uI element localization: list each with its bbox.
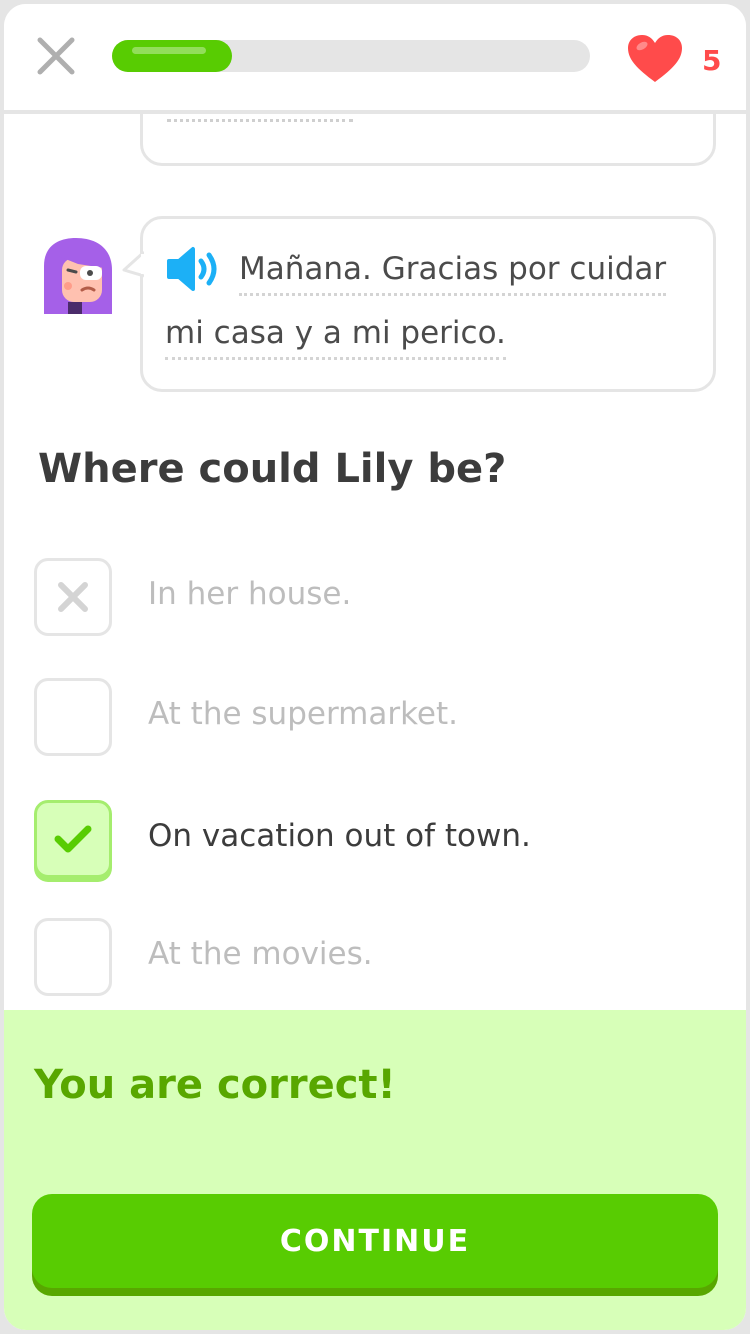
dialogue-line-2[interactable]: mi casa y a mi perico. [165,313,506,360]
speaker-icon[interactable] [165,245,223,293]
continue-button[interactable]: CONTINUE [32,1194,718,1288]
lily-avatar [44,238,112,314]
lesson-header: 5 [4,4,746,114]
heart-icon [628,35,682,82]
option-at-the-supermarket[interactable]: At the supermarket. [34,678,714,762]
option-checkbox[interactable] [34,558,112,636]
checkmark-icon [54,825,92,853]
close-button[interactable] [34,34,78,78]
option-on-vacation[interactable]: On vacation out of town. [34,800,714,884]
feedback-panel: You are correct! CONTINUE [4,1010,746,1330]
option-checkbox[interactable] [34,678,112,756]
option-label: On vacation out of town. [148,818,531,854]
question-title: Where could Lily be? [38,446,507,492]
option-label: In her house. [148,576,352,612]
progress-fill [112,40,232,72]
dialogue-line-1[interactable]: Mañana. Gracias por cuidar [239,249,667,296]
bubble-tail [122,250,144,278]
progress-shine [132,47,206,54]
lesson-screen: 5 o el martes? Mañana. Gracias por cuida… [0,0,750,1334]
feedback-title: You are correct! [34,1062,396,1108]
option-at-the-movies[interactable]: At the movies. [34,918,714,1002]
option-checkbox-selected[interactable] [34,800,112,878]
continue-label: CONTINUE [279,1223,471,1259]
option-label: At the supermarket. [148,696,459,732]
option-checkbox[interactable] [34,918,112,996]
option-in-her-house[interactable]: In her house. [34,558,714,642]
close-icon [37,37,75,75]
option-label: At the movies. [148,936,373,972]
x-icon [58,582,88,612]
hearts-count: 5 [702,44,722,77]
progress-bar [112,40,590,72]
speech-bubble: Mañana. Gracias por cuidar mi casa y a m… [140,216,716,392]
